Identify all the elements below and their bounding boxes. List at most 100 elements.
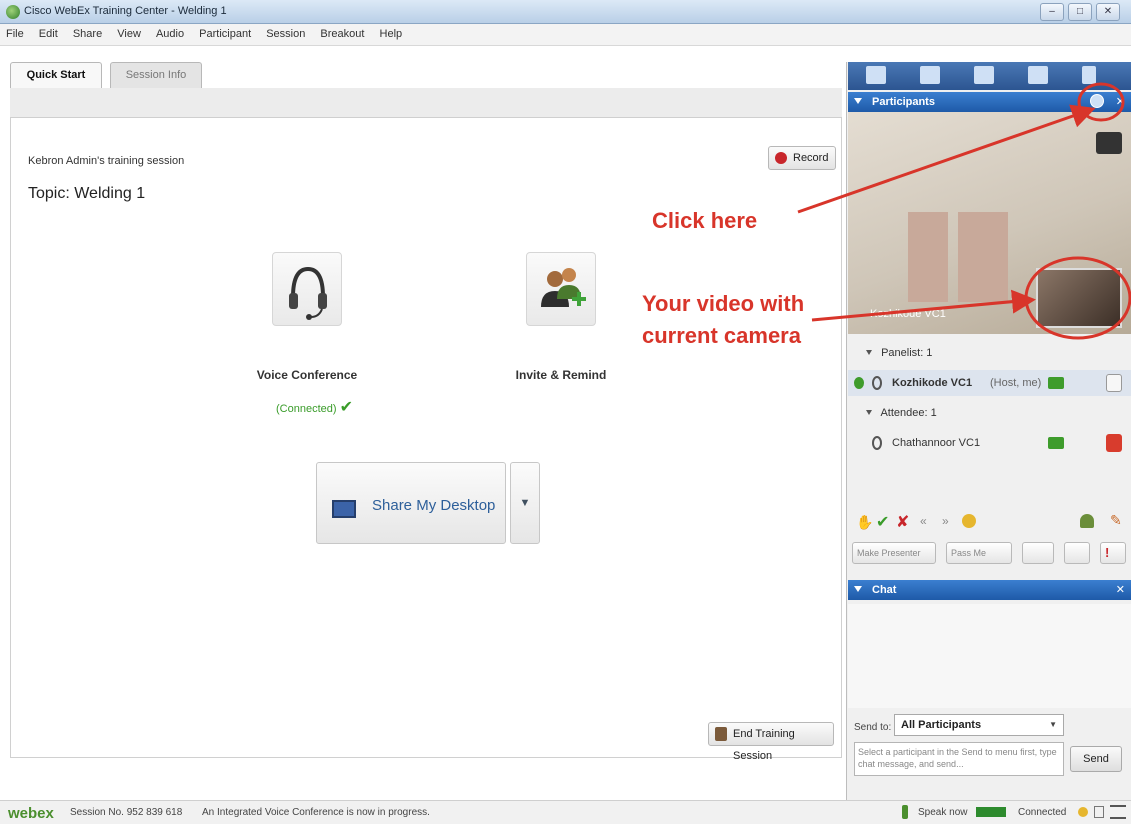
microphone-icon[interactable]: [1106, 374, 1122, 392]
menu-breakout[interactable]: Breakout: [314, 24, 370, 40]
session-topic: Topic: Welding 1: [28, 185, 146, 202]
headset-icon: [289, 266, 327, 320]
tab-session-info[interactable]: Session Info: [110, 62, 202, 88]
end-training-session-button[interactable]: End Training Session: [708, 722, 834, 762]
chat-title: Chat: [872, 584, 897, 596]
network-icon: [1110, 805, 1126, 819]
menu-help[interactable]: Help: [374, 24, 409, 40]
annotation-click-here: Click here: [652, 208, 758, 233]
voice-conference-button[interactable]: [272, 252, 342, 326]
share-desktop-label: Share My Desktop: [372, 497, 496, 514]
status-message: An Integrated Voice Conference is now in…: [202, 807, 430, 818]
minimize-button[interactable]: –: [1040, 3, 1064, 21]
microphone-status-icon: [902, 805, 908, 819]
menu-view[interactable]: View: [111, 24, 147, 40]
session-name: Kebron Admin's training session: [28, 155, 185, 167]
headset-status-icon: [872, 436, 882, 450]
add-people-icon: [541, 268, 586, 307]
slower-icon[interactable]: «: [920, 514, 927, 528]
panel-tab-notes-icon[interactable]: [974, 66, 994, 84]
record-label: Record: [793, 152, 829, 164]
panelist-name: Kozhikode VC1: [892, 377, 973, 389]
chat-header[interactable]: Chat ✕: [848, 580, 1131, 600]
chat-message-input[interactable]: Select a participant in the Send to menu…: [854, 742, 1064, 776]
participants-title: Participants: [872, 96, 935, 108]
menu-file[interactable]: File: [0, 24, 30, 40]
make-presenter-button[interactable]: Make Presenter: [852, 542, 936, 564]
tab-quick-start[interactable]: Quick Start: [10, 62, 102, 88]
self-view-video[interactable]: [1036, 268, 1122, 328]
panel-tab-chat-icon[interactable]: [920, 66, 940, 84]
record-icon: [775, 152, 787, 164]
maximize-button[interactable]: □: [1068, 3, 1092, 21]
participant-toolbar: ✋ ✔ ✘ « » ✎: [848, 508, 1131, 538]
panel-tab-participants-icon[interactable]: [866, 66, 886, 84]
video-camera-icon[interactable]: [1048, 377, 1064, 389]
menu-bar: File Edit Share View Audio Participant S…: [0, 24, 1131, 46]
panelist-role: (Host, me): [990, 377, 1042, 389]
video-settings-icon[interactable]: [1090, 94, 1104, 108]
participants-header[interactable]: Participants ✕: [848, 92, 1131, 112]
add-participant-icon[interactable]: [1080, 514, 1094, 528]
layout-grid-icon[interactable]: [1022, 542, 1054, 564]
headset-status-icon: [872, 376, 882, 390]
send-button[interactable]: Send: [1070, 746, 1122, 772]
menu-participant[interactable]: Participant: [193, 24, 257, 40]
session-number: Session No. 952 839 618: [70, 807, 183, 818]
panelist-row[interactable]: Kozhikode VC1 (Host, me): [848, 370, 1131, 396]
audio-level-meter: [976, 807, 1006, 817]
connection-status: Connected: [1018, 807, 1067, 818]
chevron-down-icon: ▼: [1049, 720, 1057, 729]
webex-logo-icon: [6, 5, 20, 19]
monitor-icon: [332, 500, 356, 518]
chevron-down-icon: ▼: [519, 497, 531, 509]
voice-conference-label: Voice Conference: [256, 368, 358, 382]
panel-tab-qa-icon[interactable]: [1028, 66, 1048, 84]
close-button[interactable]: ✕: [1096, 3, 1120, 21]
chat-history[interactable]: [848, 604, 1131, 708]
expand-caret-icon: [866, 350, 872, 355]
tab-strip: [10, 88, 842, 118]
host-ball-icon: [854, 377, 864, 389]
alert-icon[interactable]: !: [1100, 542, 1126, 564]
pass-me-button[interactable]: Pass Me: [946, 542, 1012, 564]
send-to-label: Send to:: [854, 722, 892, 733]
attendee-row[interactable]: Chathannoor VC1: [848, 430, 1131, 456]
video-camera-icon[interactable]: [1048, 437, 1064, 449]
assign-icon[interactable]: [1064, 542, 1090, 564]
send-to-select[interactable]: All Participants ▼: [894, 714, 1064, 736]
video-layout-icon[interactable]: [1096, 132, 1122, 154]
menu-session[interactable]: Session: [260, 24, 311, 40]
speak-now-label: Speak now: [918, 807, 968, 818]
panelist-group-header[interactable]: Panelist: 1: [848, 340, 1131, 366]
attendee-group-header[interactable]: Attendee: 1: [848, 400, 1131, 426]
panelist-header: Panelist: 1: [881, 347, 933, 359]
close-participants-icon[interactable]: ✕: [1116, 92, 1125, 112]
menu-edit[interactable]: Edit: [33, 24, 64, 40]
menu-audio[interactable]: Audio: [150, 24, 190, 40]
collapse-caret-icon: [854, 586, 862, 592]
share-options-dropdown[interactable]: ▼: [510, 462, 540, 544]
attention-icon[interactable]: [1106, 434, 1122, 452]
attendee-header: Attendee: 1: [880, 407, 937, 419]
faster-icon[interactable]: »: [942, 514, 949, 528]
no-x-icon[interactable]: ✘: [896, 512, 909, 532]
record-button[interactable]: Record: [768, 146, 836, 170]
panel-tab-polling-icon[interactable]: [1082, 66, 1096, 84]
collapse-caret-icon: [854, 98, 862, 104]
connection-indicator-icon: [1078, 807, 1088, 817]
yes-check-icon[interactable]: ✔: [876, 512, 889, 532]
raise-hand-icon[interactable]: ✋: [856, 514, 873, 531]
invite-remind-label: Invite & Remind: [515, 368, 607, 382]
lock-icon: [1094, 806, 1104, 818]
annotation-video-line1: Your video with: [642, 291, 805, 316]
attendee-name: Chathannoor VC1: [892, 437, 981, 449]
close-chat-icon[interactable]: ✕: [1116, 580, 1125, 600]
invite-remind-button[interactable]: [526, 252, 596, 326]
panel-tab-bar: [848, 62, 1131, 90]
pencil-icon[interactable]: ✎: [1110, 512, 1122, 529]
emoticon-icon[interactable]: [962, 514, 976, 528]
webex-brand: webex: [8, 805, 54, 822]
menu-share[interactable]: Share: [67, 24, 108, 40]
exit-door-icon: [715, 727, 727, 741]
